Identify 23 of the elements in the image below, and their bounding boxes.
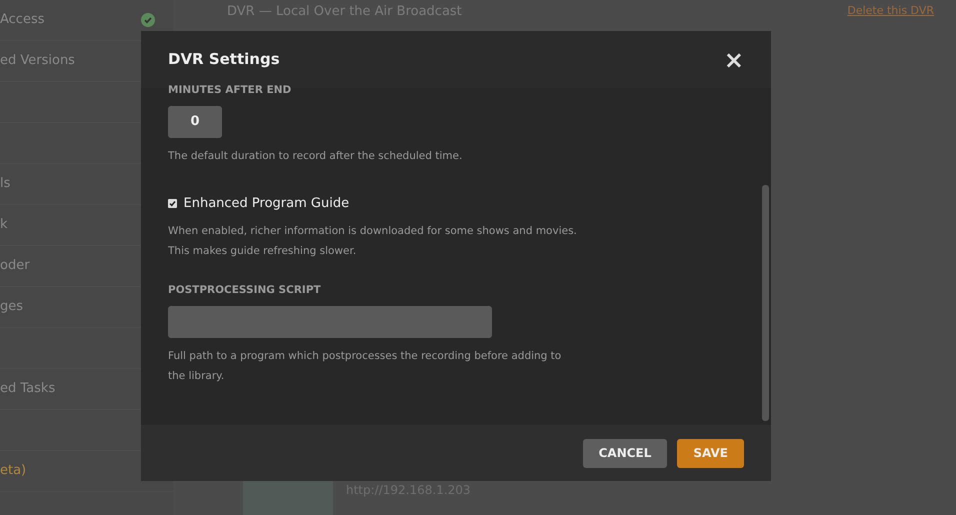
sidebar-item[interactable]: k bbox=[0, 215, 8, 235]
help-text: Full path to a program which postprocesses the recording before adding to the library. bbox=[168, 349, 562, 384]
delete-link[interactable]: Delete this DVR bbox=[847, 3, 934, 22]
sidebar-item[interactable]: ges bbox=[0, 297, 24, 317]
sidebar-item[interactable]: eta) bbox=[0, 461, 26, 481]
close-button[interactable]: × bbox=[724, 48, 744, 72]
field-label: MINUTES AFTER END bbox=[168, 83, 292, 98]
check-circle-icon bbox=[141, 13, 155, 27]
checkbox[interactable] bbox=[168, 199, 177, 208]
text-field[interactable] bbox=[168, 306, 492, 338]
field-label: POSTPROCESSING SCRIPT bbox=[168, 283, 322, 298]
help-text: The default duration to record after the scheduled time. bbox=[168, 148, 464, 164]
sidebar-item[interactable]: oder bbox=[0, 256, 30, 276]
dialog-title: DVR Settings bbox=[168, 49, 280, 70]
sidebar-item[interactable]: ed Versions bbox=[0, 51, 75, 71]
save-button[interactable]: SAVE bbox=[677, 438, 744, 468]
sidebar-item[interactable]: Access bbox=[0, 10, 45, 30]
checkbox-label: Enhanced Program Guide bbox=[184, 194, 350, 213]
sidebar-item[interactable]: ls bbox=[0, 174, 10, 194]
cancel-button[interactable]: CANCEL bbox=[582, 438, 668, 468]
help-text: When enabled, richer information is downloaded for some shows and movies. This makes guide refreshing slower. bbox=[168, 224, 578, 260]
number-field[interactable]: 0 bbox=[168, 106, 222, 138]
sidebar-item[interactable]: ed Tasks bbox=[0, 379, 56, 399]
